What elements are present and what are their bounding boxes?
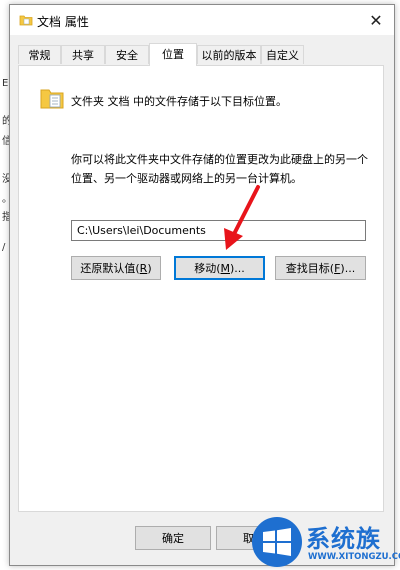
tab-customize[interactable]: 自定义 bbox=[261, 45, 304, 64]
tab-location[interactable]: 位置 bbox=[149, 43, 197, 66]
title-bar[interactable]: 文档 属性 ✕ bbox=[10, 5, 394, 35]
close-icon: ✕ bbox=[369, 10, 383, 30]
documents-folder-icon bbox=[40, 89, 64, 109]
site-watermark: 系统族 WWW.XITONGZU.COM bbox=[250, 515, 400, 570]
tab-general[interactable]: 常规 bbox=[18, 45, 61, 64]
description-line: 位置、另一个驱动器或网络上的另一台计算机。 bbox=[71, 172, 302, 185]
watermark-brand: 系统族 bbox=[306, 525, 381, 553]
close-button[interactable]: ✕ bbox=[358, 5, 394, 35]
tab-security[interactable]: 安全 bbox=[105, 45, 149, 64]
bg-fragment: / bbox=[2, 242, 6, 253]
restore-default-button[interactable]: 还原默认值(R) bbox=[71, 256, 161, 280]
target-path-input[interactable] bbox=[71, 220, 366, 241]
location-panel: 文件夹 文档 中的文件存储于以下目标位置。 你可以将此文件夹中文件存储的位置更改… bbox=[18, 65, 384, 512]
ok-button[interactable]: 确定 bbox=[135, 526, 211, 550]
properties-dialog: 文档 属性 ✕ 常规 共享 安全 位置 以前的版本 自定义 文件夹 文档 中的文… bbox=[9, 4, 395, 566]
description-line: 你可以将此文件夹中文件存储的位置更改为此硬盘上的另一个 bbox=[71, 153, 368, 166]
tab-sharing[interactable]: 共享 bbox=[61, 45, 105, 64]
move-button[interactable]: 移动(M)... bbox=[174, 256, 265, 280]
location-info-text: 文件夹 文档 中的文件存储于以下目标位置。 bbox=[71, 95, 287, 108]
tab-previous-versions[interactable]: 以前的版本 bbox=[197, 45, 261, 64]
windows-logo-icon bbox=[252, 517, 302, 567]
watermark-url: WWW.XITONGZU.COM bbox=[308, 552, 400, 562]
location-description: 你可以将此文件夹中文件存储的位置更改为此硬盘上的另一个 位置、另一个驱动器或网络… bbox=[71, 150, 371, 188]
find-target-button[interactable]: 查找目标(F)... bbox=[275, 256, 366, 280]
folder-icon bbox=[19, 15, 33, 26]
window-title: 文档 属性 bbox=[37, 15, 89, 29]
bg-fragment: E bbox=[2, 78, 9, 89]
